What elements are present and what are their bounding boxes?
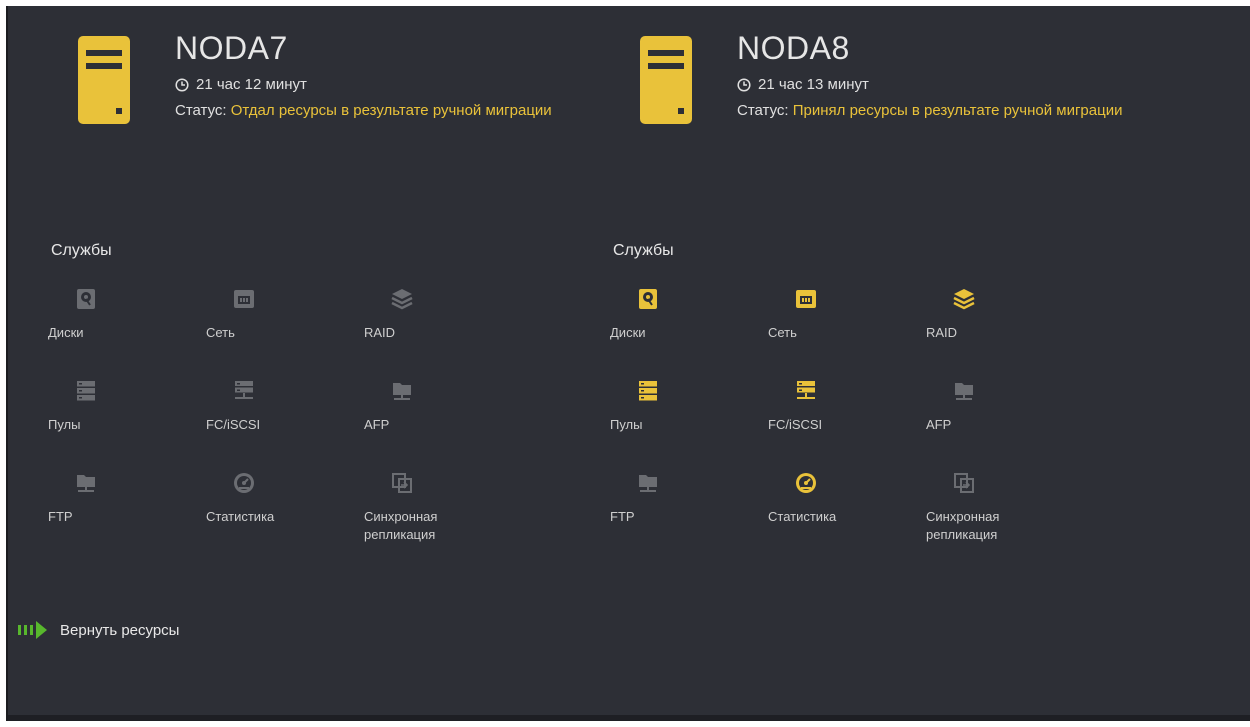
status-value: Принял ресурсы в результате ручной мигра…: [792, 102, 1123, 119]
service-label: Синхронная репликация: [364, 509, 438, 542]
services-heading: Службы: [613, 242, 674, 259]
services-heading: Службы: [51, 242, 112, 259]
service-label: Статистика: [206, 509, 275, 524]
afp-folder-icon: [391, 380, 413, 402]
return-resources-label: Вернуть ресурсы: [60, 621, 180, 639]
return-resources-button[interactable]: Вернуть ресурсы: [16, 620, 179, 640]
clock-icon: [737, 77, 751, 92]
ftp-folder-icon: [75, 472, 97, 494]
disk-icon: [75, 288, 97, 310]
uptime-text: 21 час 13 минут: [758, 76, 869, 93]
node-card-noda7: NODA7 21 час 12 минут Статус: Отдал ресу…: [48, 6, 608, 606]
service-label: Диски: [48, 325, 84, 340]
service-label: Сеть: [206, 325, 235, 340]
service-label: Пулы: [610, 417, 643, 432]
server-icon: [640, 36, 692, 124]
pools-icon: [75, 380, 97, 402]
network-icon: [233, 288, 255, 310]
service-label: Статистика: [768, 509, 837, 524]
clock-icon: [175, 77, 189, 92]
node-title: NODA7: [175, 30, 288, 66]
statistics-gauge-icon: [795, 472, 817, 494]
fc-iscsi-icon: [233, 380, 255, 402]
service-label: AFP: [364, 417, 390, 432]
service-label: Пулы: [48, 417, 81, 432]
network-icon: [795, 288, 817, 310]
node-card-noda8: NODA8 21 час 13 минут Статус: Принял рес…: [610, 6, 1170, 606]
service-label: FC/iSCSI: [206, 417, 261, 432]
replication-icon: [953, 472, 975, 494]
service-label: Синхронная репликация: [926, 509, 1000, 542]
status-line: Статус: Принял ресурсы в результате ручн…: [737, 101, 1147, 120]
status-label: Статус:: [737, 102, 789, 119]
pools-icon: [637, 380, 659, 402]
status-label: Статус:: [175, 102, 227, 119]
disk-icon: [637, 288, 659, 310]
statistics-gauge-icon: [233, 472, 255, 494]
server-icon: [78, 36, 130, 124]
uptime-text: 21 час 12 минут: [196, 76, 307, 93]
uptime: 21 час 13 минут: [737, 76, 869, 93]
service-label: Диски: [610, 325, 646, 340]
service-label: FTP: [610, 509, 635, 524]
service-label: Сеть: [768, 325, 797, 340]
status-line: Статус: Отдал ресурсы в результате ручно…: [175, 101, 585, 120]
cluster-panel: NODA7 21 час 12 минут Статус: Отдал ресу…: [6, 6, 1250, 721]
uptime: 21 час 12 минут: [175, 76, 307, 93]
service-label: FTP: [48, 509, 73, 524]
ftp-folder-icon: [637, 472, 659, 494]
node-title: NODA8: [737, 30, 850, 66]
afp-folder-icon: [953, 380, 975, 402]
raid-layers-icon: [953, 288, 975, 310]
service-label: RAID: [926, 325, 958, 340]
service-label: AFP: [926, 417, 952, 432]
status-value: Отдал ресурсы в результате ручной миграц…: [230, 102, 552, 119]
arrow-right-icon: [18, 621, 47, 639]
fc-iscsi-icon: [795, 380, 817, 402]
service-label: RAID: [364, 325, 396, 340]
service-label: FC/iSCSI: [768, 417, 823, 432]
replication-icon: [391, 472, 413, 494]
raid-layers-icon: [391, 288, 413, 310]
